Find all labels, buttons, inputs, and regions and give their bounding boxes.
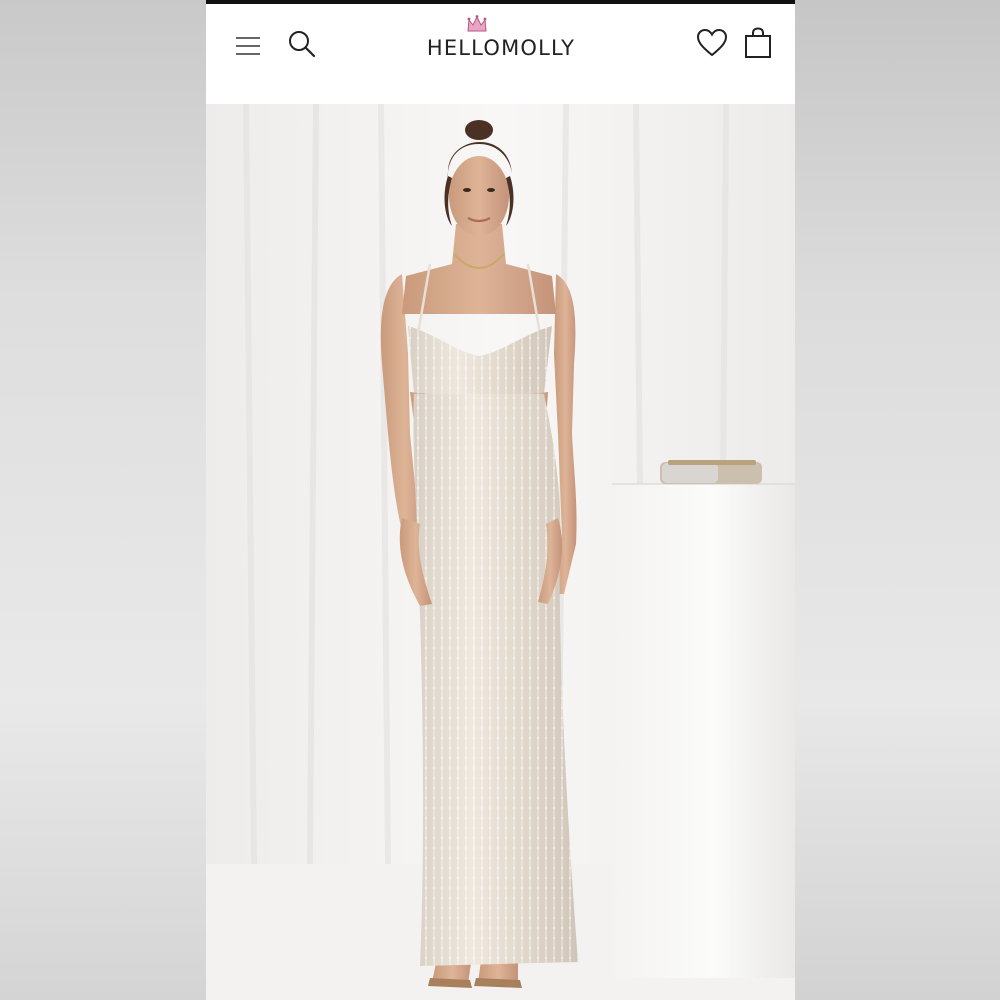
background-right xyxy=(795,0,1000,1000)
product-photo[interactable] xyxy=(206,104,795,1000)
wishlist-button[interactable] xyxy=(692,24,732,62)
hamburger-menu-icon xyxy=(236,37,260,55)
header-spacer xyxy=(206,86,795,105)
bag-button[interactable] xyxy=(740,24,776,62)
product-photo-illustration xyxy=(206,104,795,1000)
search-button[interactable] xyxy=(284,26,320,62)
heart-icon xyxy=(696,28,728,57)
mobile-page: HELLOMOLLY xyxy=(206,0,795,1000)
background-left xyxy=(0,0,206,1000)
brand-logo[interactable]: HELLOMOLLY xyxy=(396,14,606,74)
site-header: HELLOMOLLY xyxy=(206,4,795,87)
crown-icon xyxy=(467,15,487,32)
search-icon xyxy=(289,31,316,58)
shopping-bag-icon xyxy=(745,27,771,58)
menu-button[interactable] xyxy=(230,28,266,64)
brand-name: HELLOMOLLY xyxy=(426,36,576,60)
